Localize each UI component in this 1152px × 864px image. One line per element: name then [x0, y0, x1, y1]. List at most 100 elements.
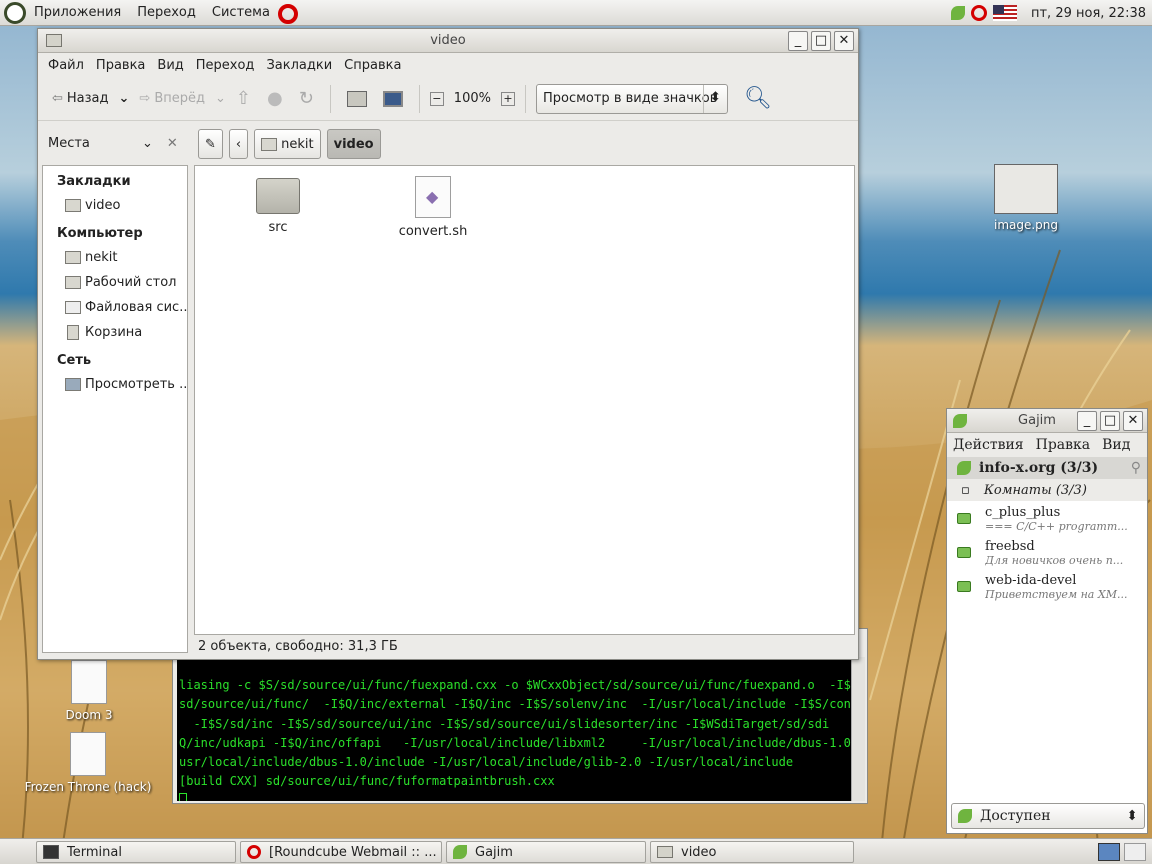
places-menu[interactable]: Переход	[129, 0, 204, 26]
notification-leaf-icon[interactable]	[1124, 843, 1146, 861]
desktop-folder-icon	[65, 276, 81, 289]
system-menu[interactable]: Система	[204, 0, 278, 26]
gajim-tray-icon[interactable]	[950, 6, 965, 20]
place-item-video[interactable]: video	[43, 193, 187, 218]
close-pane-icon[interactable]: ✕	[161, 136, 178, 151]
maximize-button[interactable]: □	[811, 31, 831, 51]
chevron-down-icon[interactable]: ⌄	[142, 136, 153, 151]
place-item-network[interactable]: Просмотреть ...	[43, 372, 187, 397]
search-icon[interactable]: 🔍︎	[732, 86, 772, 111]
menu-actions[interactable]: Действия	[947, 437, 1030, 453]
menu-go[interactable]: Переход	[190, 58, 261, 73]
shell-script-icon	[415, 176, 451, 218]
section-bookmarks: Закладки	[57, 174, 131, 189]
room-item-web-ida-devel[interactable]: web-ida-devel Приветствуем на XM...	[947, 569, 1147, 603]
select-arrows-icon: ⬍	[702, 84, 727, 113]
path-button-nekit[interactable]: nekit	[254, 129, 321, 159]
menu-bookmarks[interactable]: Закладки	[260, 58, 338, 73]
terminal-line: [build CXX] sd/source/ui/func/fuformatpa…	[179, 774, 555, 789]
room-item-freebsd[interactable]: freebsd Для новичков очень п...	[947, 535, 1147, 569]
clock[interactable]: пт, 29 ноя, 22:38	[1023, 6, 1146, 21]
window-titlebar[interactable]: Gajim _ □ ✕	[947, 409, 1147, 433]
keyboard-layout-flag-icon[interactable]	[992, 5, 1017, 21]
online-status-icon	[957, 461, 971, 475]
reload-icon[interactable]: ↻	[293, 88, 320, 109]
window-titlebar[interactable]: video _ □ ✕	[38, 29, 858, 53]
stop-icon[interactable]: ●	[261, 88, 289, 109]
menu-edit[interactable]: Правка	[90, 58, 151, 73]
file-item-convert-sh[interactable]: convert.sh	[391, 176, 475, 239]
zoom-level[interactable]: 100%	[448, 91, 497, 106]
home-icon[interactable]	[346, 90, 367, 107]
file-item-src[interactable]: src	[245, 178, 311, 235]
places-selector[interactable]: Места	[48, 136, 134, 151]
toolbar: ⇦ Назад ⌄ ⇨ Вперёд ⌄ ⇧ ● ↻ − 100% + Просмо…	[38, 77, 858, 121]
place-label: Просмотреть ...	[85, 377, 187, 392]
close-button[interactable]: ✕	[834, 31, 854, 51]
terminal-scrollbar[interactable]	[851, 657, 865, 801]
file-view[interactable]: src convert.sh	[194, 165, 855, 635]
menu-view[interactable]: Вид	[1096, 437, 1136, 453]
maximize-button[interactable]: □	[1100, 411, 1120, 431]
opera-launcher-icon[interactable]	[277, 4, 298, 24]
roster-group-row[interactable]: ▫ Комнаты (3/3)	[947, 479, 1147, 501]
view-mode-select[interactable]: Просмотр в виде значков ⬍	[535, 83, 728, 114]
room-item-c-plus-plus[interactable]: c_plus_plus === C/C++ programm...	[947, 501, 1147, 535]
back-history-chevron-icon[interactable]: ⌄	[119, 91, 130, 106]
task-terminal[interactable]: Terminal	[36, 841, 236, 863]
gnome-foot-icon[interactable]	[4, 1, 26, 24]
roster-account-row[interactable]: info-x.org (3/3) ⚲	[947, 457, 1147, 479]
menu-edit[interactable]: Правка	[1030, 437, 1097, 453]
applications-menu[interactable]: Приложения	[26, 0, 129, 26]
opera-tray-icon[interactable]	[970, 5, 987, 21]
room-topic: Для новичков очень п...	[985, 554, 1124, 567]
path-scroll-left-button[interactable]: ‹	[228, 129, 249, 159]
zoom-out-icon[interactable]: −	[429, 91, 444, 106]
back-button[interactable]: ⇦ Назад	[46, 87, 115, 110]
place-item-trash[interactable]: Корзина	[43, 320, 187, 345]
place-item-home[interactable]: nekit	[43, 245, 187, 270]
forward-label: Вперёд	[154, 91, 205, 106]
toolbar-separator	[524, 84, 526, 113]
image-thumbnail-icon	[994, 164, 1058, 214]
search-icon[interactable]: ⚲	[1131, 460, 1141, 476]
section-computer: Компьютер	[57, 226, 143, 241]
terminal-output[interactable]: liasing -c $S/sd/source/ui/func/fuexpand…	[177, 657, 851, 801]
desktop-icon-label: Frozen Throne (hack)	[24, 780, 152, 794]
side-pane-header: Места ⌄ ✕	[42, 125, 190, 161]
place-item-desktop[interactable]: Рабочий стол	[43, 270, 187, 295]
workspace-switcher-icon[interactable]	[1098, 843, 1120, 861]
forward-button[interactable]: ⇨ Вперёд	[133, 87, 211, 110]
menu-help[interactable]: Справка	[338, 58, 407, 73]
room-name: web-ida-devel	[985, 573, 1077, 588]
path-button-video[interactable]: video	[326, 129, 381, 159]
forward-history-chevron-icon[interactable]: ⌄	[215, 91, 226, 106]
desktop-icon-image-png[interactable]: image.png	[984, 164, 1068, 232]
folder-icon	[657, 846, 673, 858]
document-icon	[71, 660, 107, 704]
gajim-icon	[453, 845, 467, 859]
terminal-cursor	[179, 792, 187, 801]
status-selector[interactable]: Доступен ⬍	[951, 803, 1145, 829]
place-item-filesystem[interactable]: Файловая сис...	[43, 295, 187, 320]
close-button[interactable]: ✕	[1123, 411, 1143, 431]
desktop-icon-doom3[interactable]: Doom 3	[52, 660, 126, 722]
zoom-in-icon[interactable]: +	[500, 91, 515, 106]
task-video[interactable]: video	[650, 841, 854, 863]
minimize-button[interactable]: _	[788, 31, 808, 51]
desktop-icon-frozen-throne[interactable]: Frozen Throne (hack)	[20, 732, 156, 794]
menu-bar: Файл Правка Вид Переход Закладки Справка	[38, 53, 858, 77]
terminal-line: Q/inc/udkapi -I$Q/inc/offapi -I/usr/loca…	[179, 735, 851, 750]
toggle-location-button[interactable]: ✎	[198, 129, 223, 159]
place-label: Файловая сис...	[85, 300, 187, 315]
task-gajim[interactable]: Gajim	[446, 841, 646, 863]
up-icon[interactable]: ⇧	[230, 88, 257, 109]
collapse-icon[interactable]: ▫	[961, 483, 970, 498]
menu-file[interactable]: Файл	[42, 58, 90, 73]
terminal-line: sd/source/ui/func/ -I$Q/inc/external -I$…	[179, 697, 851, 712]
computer-icon[interactable]	[382, 90, 403, 107]
minimize-button[interactable]: _	[1077, 411, 1097, 431]
menu-view[interactable]: Вид	[151, 58, 189, 73]
bottom-panel: Terminal [Roundcube Webmail :: ... Gajim…	[0, 838, 1152, 864]
task-opera[interactable]: [Roundcube Webmail :: ...	[240, 841, 442, 863]
